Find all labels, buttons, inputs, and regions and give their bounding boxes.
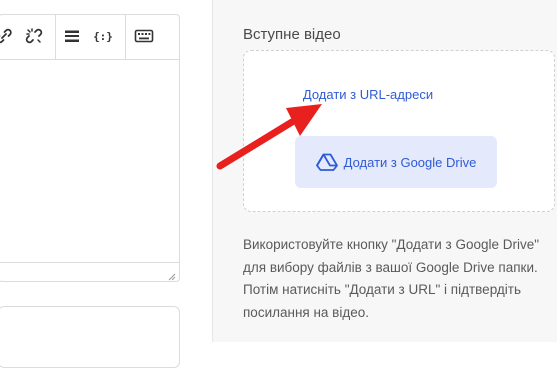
- help-text: Використовуйте кнопку "Додати з Google D…: [243, 237, 540, 320]
- add-from-google-drive-button[interactable]: Додати з Google Drive: [295, 136, 497, 188]
- link-icon[interactable]: [0, 25, 15, 47]
- google-drive-icon: [315, 153, 338, 171]
- toolbar-separator: [125, 15, 126, 59]
- rich-text-editor: {:}: [0, 14, 180, 282]
- unlink-icon[interactable]: [23, 25, 45, 47]
- intro-video-panel: Вступне відео Додати з URL-адреси Додати…: [212, 0, 557, 342]
- google-drive-button-label: Додати з Google Drive: [343, 154, 477, 170]
- section-title: Вступне відео: [243, 26, 341, 43]
- keyboard-icon[interactable]: [133, 25, 155, 47]
- video-drop-zone[interactable]: Додати з URL-адреси Додати з Google Driv…: [243, 50, 555, 212]
- toolbar-separator: [55, 15, 56, 59]
- horizontal-rule-icon[interactable]: [61, 25, 83, 47]
- editor-text-area[interactable]: [0, 60, 179, 262]
- left-editor-pane: {:}: [0, 0, 212, 368]
- editor-toolbar: {:}: [0, 15, 179, 60]
- code-braces-icon[interactable]: {:}: [92, 25, 114, 47]
- secondary-input-box[interactable]: [0, 306, 180, 368]
- editor-status-bar: [0, 262, 179, 281]
- add-from-url-link[interactable]: Додати з URL-адреси: [244, 87, 492, 102]
- resize-handle-icon[interactable]: [166, 268, 176, 281]
